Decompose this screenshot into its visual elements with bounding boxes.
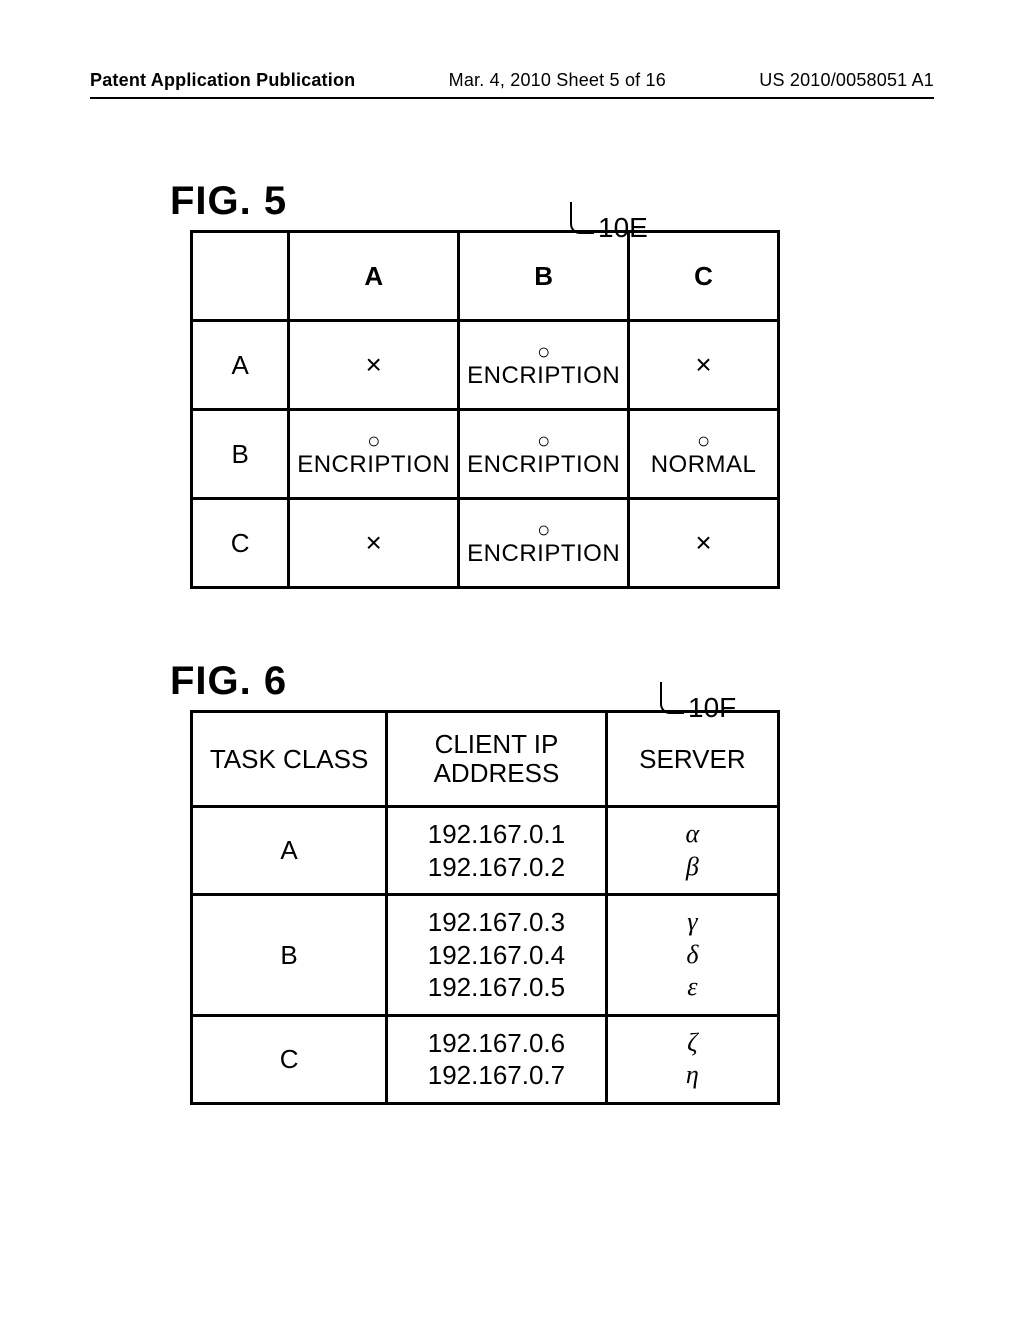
- fig6-hdr-client-ip: CLIENT IP ADDRESS: [387, 712, 607, 807]
- fig6-label: FIG. 6: [170, 659, 934, 704]
- fig5-hdr-c: C: [629, 232, 779, 321]
- circle-mark-icon: ○: [697, 430, 710, 452]
- header-right: US 2010/0058051 A1: [759, 70, 934, 91]
- fig6-header-row: TASK CLASS CLIENT IP ADDRESS SERVER: [192, 712, 779, 807]
- fig6-b-task: B: [192, 895, 387, 1016]
- fig6-c-task: C: [192, 1015, 387, 1103]
- fig5-cell-c-c: ×: [629, 499, 779, 588]
- fig5-row-a: A × ○ ENCRIPTION ×: [192, 321, 779, 410]
- fig5-cell-b-b: ○ ENCRIPTION: [459, 410, 629, 499]
- callout-hook-icon: [570, 202, 594, 234]
- fig5-cell-c-b: ○ ENCRIPTION: [459, 499, 629, 588]
- circle-mark-icon: ○: [537, 519, 550, 541]
- fig6-a-ip: 192.167.0.1 192.167.0.2: [387, 807, 607, 895]
- fig5-cell-b-c-text: NORMAL: [651, 452, 757, 477]
- fig5-row-c: C × ○ ENCRIPTION ×: [192, 499, 779, 588]
- fig5-cell-a-a: ×: [289, 321, 459, 410]
- fig5-ref: 10E: [598, 212, 648, 244]
- fig6-row-c: C 192.167.0.6 192.167.0.7 ζ η: [192, 1015, 779, 1103]
- fig5-rowhead-c: C: [192, 499, 289, 588]
- fig5-row-b: B ○ ENCRIPTION ○ ENCRIPTION: [192, 410, 779, 499]
- fig6-b-ip: 192.167.0.3 192.167.0.4 192.167.0.5: [387, 895, 607, 1016]
- fig5-cell-c-a: ×: [289, 499, 459, 588]
- fig5-cell-b-a-text: ENCRIPTION: [297, 452, 450, 477]
- cross-mark-icon: ×: [695, 349, 711, 380]
- fig6-row-b: B 192.167.0.3 192.167.0.4 192.167.0.5 γ …: [192, 895, 779, 1016]
- fig5-cell-a-b: ○ ENCRIPTION: [459, 321, 629, 410]
- fig5-cell-c-b-text: ENCRIPTION: [467, 541, 620, 566]
- fig5-cell-b-c: ○ NORMAL: [629, 410, 779, 499]
- fig6-ref: 10F: [688, 692, 736, 724]
- cross-mark-icon: ×: [695, 527, 711, 558]
- header-left: Patent Application Publication: [90, 70, 355, 91]
- page-header: Patent Application Publication Mar. 4, 2…: [90, 70, 934, 99]
- fig5-rowhead-a: A: [192, 321, 289, 410]
- fig5-cell-b-a: ○ ENCRIPTION: [289, 410, 459, 499]
- cross-mark-icon: ×: [366, 349, 382, 380]
- fig6-a-server: α β: [606, 807, 778, 895]
- circle-mark-icon: ○: [537, 430, 550, 452]
- fig5-header-row: A B C: [192, 232, 779, 321]
- patent-page: Patent Application Publication Mar. 4, 2…: [0, 0, 1024, 1320]
- fig5-block: FIG. 5 10E A B C A ×: [170, 179, 934, 589]
- fig6-row-a: A 192.167.0.1 192.167.0.2 α β: [192, 807, 779, 895]
- header-center: Mar. 4, 2010 Sheet 5 of 16: [449, 70, 666, 91]
- fig5-label: FIG. 5: [170, 179, 934, 224]
- fig5-cell-a-c: ×: [629, 321, 779, 410]
- fig6-hdr-server: SERVER: [606, 712, 778, 807]
- fig6-b-server: γ δ ε: [606, 895, 778, 1016]
- fig5-rowhead-b: B: [192, 410, 289, 499]
- fig5-hdr-a: A: [289, 232, 459, 321]
- circle-mark-icon: ○: [367, 430, 380, 452]
- fig5-hdr-b: B: [459, 232, 629, 321]
- fig6-a-task: A: [192, 807, 387, 895]
- fig5-cell-b-b-text: ENCRIPTION: [467, 452, 620, 477]
- figures-area: FIG. 5 10E A B C A ×: [90, 99, 934, 1105]
- callout-hook-icon: [660, 682, 684, 714]
- cross-mark-icon: ×: [366, 527, 382, 558]
- fig5-cell-a-b-text: ENCRIPTION: [467, 363, 620, 388]
- fig6-table: TASK CLASS CLIENT IP ADDRESS SERVER A 19…: [190, 710, 780, 1105]
- fig5-hdr-blank: [192, 232, 289, 321]
- fig6-hdr-task-class: TASK CLASS: [192, 712, 387, 807]
- fig6-c-ip: 192.167.0.6 192.167.0.7: [387, 1015, 607, 1103]
- fig6-block: FIG. 6 10F TASK CLASS CLIENT IP ADDRESS …: [170, 659, 934, 1105]
- circle-mark-icon: ○: [537, 341, 550, 363]
- fig5-table: A B C A × ○ ENCRIPTION × B: [190, 230, 780, 589]
- fig6-c-server: ζ η: [606, 1015, 778, 1103]
